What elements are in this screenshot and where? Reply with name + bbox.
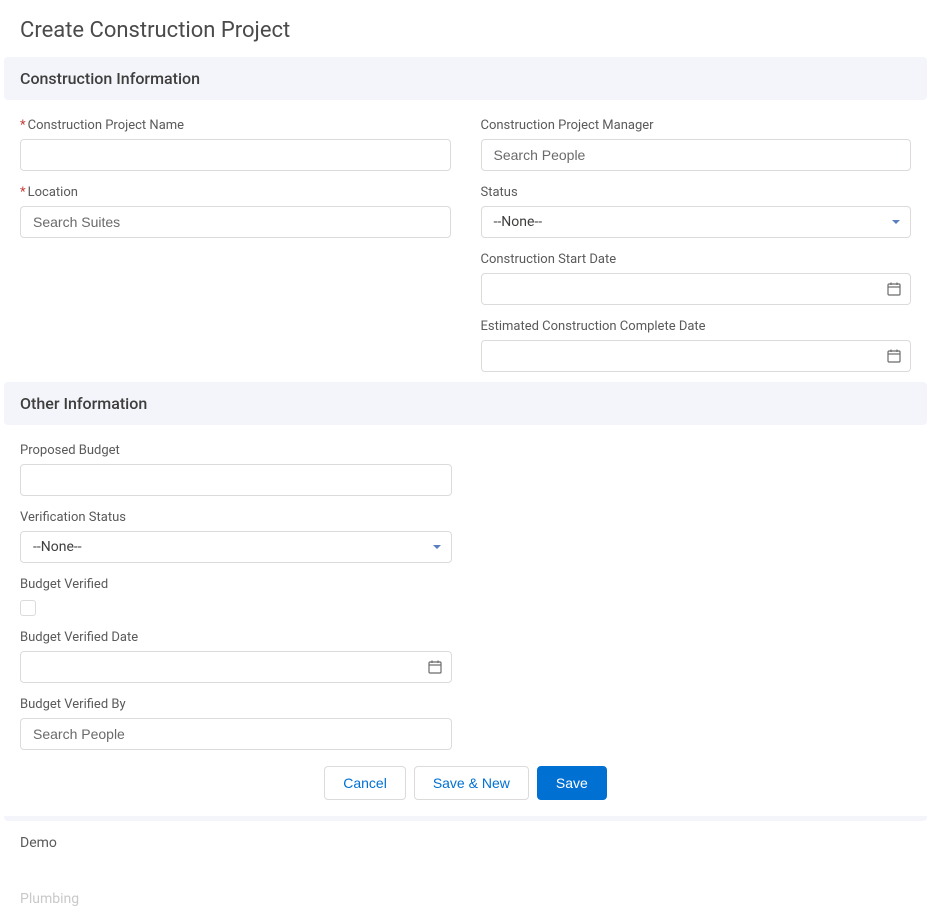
field-location: *Location bbox=[20, 185, 451, 238]
section-header-construction: Construction Information bbox=[4, 57, 927, 100]
field-proposed-budget: Proposed Budget bbox=[20, 443, 452, 496]
construction-form-section: *Construction Project Name *Location Con… bbox=[0, 100, 931, 382]
field-start-date: Construction Start Date bbox=[481, 252, 912, 305]
select-wrapper-status: --None-- bbox=[481, 206, 912, 238]
input-proposed-budget[interactable] bbox=[20, 464, 452, 496]
required-mark: * bbox=[20, 185, 26, 200]
input-budget-verified-date[interactable] bbox=[20, 651, 452, 683]
scope-list: Demo Plumbing bbox=[0, 821, 931, 907]
field-budget-verified: Budget Verified bbox=[20, 577, 911, 616]
scope-item: Demo bbox=[20, 835, 911, 851]
label-budget-verified-date: Budget Verified Date bbox=[20, 630, 452, 645]
field-project-name: *Construction Project Name bbox=[20, 118, 451, 171]
label-text: Location bbox=[28, 185, 78, 200]
footer-actions: Cancel Save & New Save bbox=[0, 753, 931, 816]
field-budget-verified-by: Budget Verified By bbox=[20, 697, 452, 750]
label-text: Construction Project Name bbox=[28, 118, 184, 133]
save-button[interactable]: Save bbox=[537, 766, 607, 800]
label-budget-verified: Budget Verified bbox=[20, 577, 911, 592]
field-manager: Construction Project Manager bbox=[481, 118, 912, 171]
label-verification-status: Verification Status bbox=[20, 510, 452, 525]
input-location[interactable] bbox=[20, 206, 451, 238]
page-title: Create Construction Project bbox=[0, 0, 931, 57]
select-status[interactable]: --None-- bbox=[481, 206, 912, 238]
input-project-name[interactable] bbox=[20, 139, 451, 171]
label-project-name: *Construction Project Name bbox=[20, 118, 451, 133]
label-status: Status bbox=[481, 185, 912, 200]
date-wrapper-complete bbox=[481, 340, 912, 372]
input-manager[interactable] bbox=[481, 139, 912, 171]
scope-item: Plumbing bbox=[20, 891, 911, 907]
input-start-date[interactable] bbox=[481, 273, 912, 305]
field-complete-date: Estimated Construction Complete Date bbox=[481, 319, 912, 372]
select-verification-status[interactable]: --None-- bbox=[20, 531, 452, 563]
required-mark: * bbox=[20, 118, 26, 133]
label-start-date: Construction Start Date bbox=[481, 252, 912, 267]
date-wrapper-start bbox=[481, 273, 912, 305]
date-wrapper-verified-date bbox=[20, 651, 452, 683]
label-manager: Construction Project Manager bbox=[481, 118, 912, 133]
label-location: *Location bbox=[20, 185, 451, 200]
field-budget-verified-date: Budget Verified Date bbox=[20, 630, 452, 683]
field-verification-status: Verification Status --None-- bbox=[20, 510, 452, 563]
construction-right-col: Construction Project Manager Status --No… bbox=[481, 118, 912, 372]
label-proposed-budget: Proposed Budget bbox=[20, 443, 452, 458]
field-status: Status --None-- bbox=[481, 185, 912, 238]
input-complete-date[interactable] bbox=[481, 340, 912, 372]
select-wrapper-verification: --None-- bbox=[20, 531, 452, 563]
input-budget-verified-by[interactable] bbox=[20, 718, 452, 750]
section-header-other: Other Information bbox=[4, 382, 927, 425]
checkbox-budget-verified[interactable] bbox=[20, 600, 36, 616]
label-budget-verified-by: Budget Verified By bbox=[20, 697, 452, 712]
cancel-button[interactable]: Cancel bbox=[324, 766, 406, 800]
construction-left-col: *Construction Project Name *Location bbox=[20, 118, 451, 372]
other-form-section: Proposed Budget Verification Status --No… bbox=[0, 425, 931, 778]
save-and-new-button[interactable]: Save & New bbox=[414, 766, 529, 800]
label-complete-date: Estimated Construction Complete Date bbox=[481, 319, 912, 334]
